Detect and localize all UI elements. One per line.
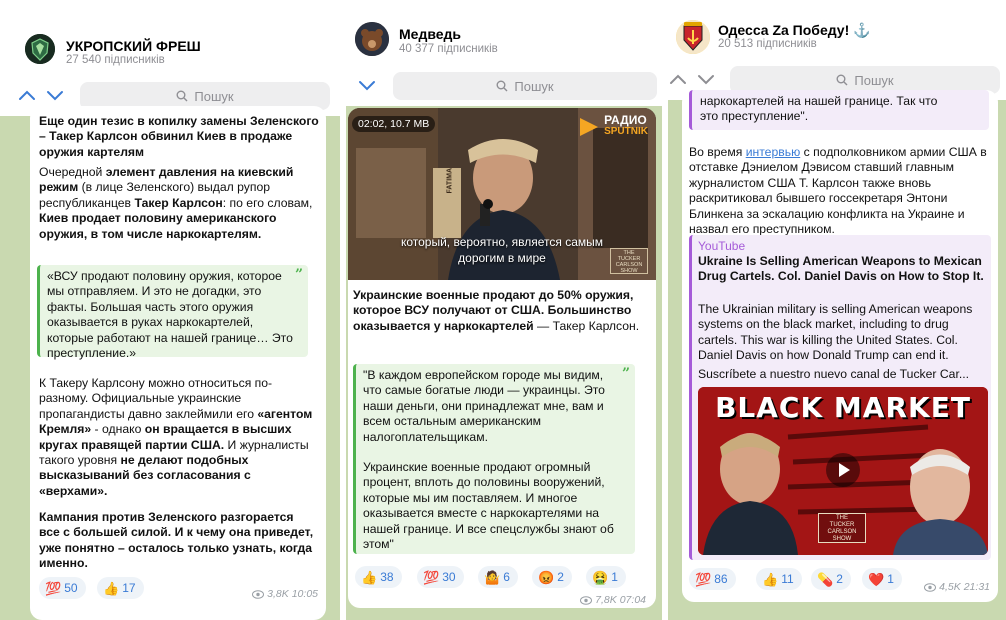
sputnik-logo-icon bbox=[580, 118, 599, 136]
reaction-chip[interactable]: 💯 50 bbox=[39, 577, 86, 599]
coat-of-arms-icon bbox=[676, 20, 710, 54]
chevron-up-icon[interactable] bbox=[668, 70, 688, 88]
channel-avatar[interactable] bbox=[355, 22, 389, 56]
chat-area: FATIMA 02:02, 10.7 MB РАДИО SPUTNIK кото… bbox=[346, 106, 662, 620]
quote-mark-icon: ” bbox=[294, 267, 303, 283]
quote-text-2: Украинские военные продают огромный проц… bbox=[363, 460, 614, 552]
link-preview[interactable]: YouTube Ukraine Is Selling American Weap… bbox=[689, 235, 991, 560]
reaction-chip[interactable]: 😡 2 bbox=[532, 566, 572, 588]
video-thumbnail[interactable]: FATIMA 02:02, 10.7 MB РАДИО SPUTNIK кото… bbox=[348, 108, 656, 280]
channel-header: Одесса Za Победу! ⚓ 20 513 підписників bbox=[668, 0, 1006, 70]
post-paragraph-1: Очередной элемент давления на киевский р… bbox=[39, 165, 313, 241]
search-placeholder: Пошук bbox=[194, 88, 234, 104]
view-count: 4,5K bbox=[939, 581, 961, 593]
subscriber-count: 40 377 підписників bbox=[399, 43, 498, 55]
channel-header: УКРОПСКИЙ ФРЕШ 27 540 підписників bbox=[0, 0, 340, 70]
search-placeholder: Пошук bbox=[514, 78, 554, 94]
subscriber-count: 20 513 підписників bbox=[718, 38, 817, 50]
post-time: 21:31 bbox=[963, 581, 990, 593]
post-headline: Еще один тезис в копилку замены Зеленско… bbox=[39, 114, 319, 159]
channel-title[interactable]: Медведь bbox=[399, 26, 461, 42]
chat-area: Еще один тезис в копилку замены Зеленско… bbox=[0, 106, 340, 620]
reaction-chip[interactable]: 👍 38 bbox=[355, 566, 402, 588]
blockquote: ” "В каждом европейском городе мы видим,… bbox=[353, 364, 635, 554]
view-count: 7,8K bbox=[595, 594, 617, 606]
preview-site: YouTube bbox=[698, 239, 746, 253]
blockquote: ” «ВСУ продают половину оружия, которое … bbox=[37, 265, 308, 360]
channel-avatar[interactable] bbox=[676, 20, 710, 54]
message-meta: 3,8K 10:05 bbox=[252, 588, 318, 600]
post-paragraph-2: К Такеру Карлсону можно относиться по-ра… bbox=[39, 376, 313, 498]
message-bubble[interactable]: Еще один тезис в копилку замены Зеленско… bbox=[30, 106, 326, 620]
channel-title[interactable]: УКРОПСКИЙ ФРЕШ bbox=[66, 38, 201, 54]
preview-description-2: Suscríbete a nuestro nuevo canal de Tuck… bbox=[698, 367, 969, 381]
message-meta: 4,5K 21:31 bbox=[924, 581, 990, 593]
video-duration-badge: 02:02, 10.7 MB bbox=[352, 116, 436, 132]
post-paragraph-3: Кампания против Зеленского разгорается в… bbox=[39, 510, 314, 571]
search-icon bbox=[496, 80, 508, 92]
reaction-chip[interactable]: 💯 30 bbox=[417, 566, 464, 588]
subscriber-count: 27 540 підписників bbox=[66, 54, 165, 66]
eye-icon bbox=[252, 589, 265, 599]
interview-link[interactable]: интервью bbox=[746, 145, 801, 159]
eye-icon bbox=[580, 595, 593, 605]
radio-sputnik-logo: РАДИО SPUTNIK bbox=[580, 114, 648, 137]
tucker-show-badge: THE TUCKER CARLSON SHOW bbox=[818, 513, 866, 543]
chevron-up-icon[interactable] bbox=[17, 86, 37, 104]
chat-area: наркокартелей на нашей границе. Так что … bbox=[668, 90, 1006, 620]
reaction-chip[interactable]: 🤮 1 bbox=[586, 566, 626, 588]
post-paragraph: Во время интервью с подполковником армии… bbox=[689, 145, 987, 237]
play-button[interactable] bbox=[826, 453, 860, 487]
reaction-chip[interactable]: ❤️ 1 bbox=[862, 568, 902, 590]
channel-panel-odessa: Одесса Za Победу! ⚓ 20 513 підписників П… bbox=[668, 0, 1006, 620]
channel-avatar[interactable] bbox=[25, 34, 55, 64]
chevron-down-icon[interactable] bbox=[357, 76, 377, 94]
quote-text-1: "В каждом европейском городе мы видим, ч… bbox=[363, 368, 605, 444]
search-bar-row: Пошук bbox=[346, 68, 662, 106]
shield-logo-icon bbox=[25, 34, 55, 64]
eye-icon bbox=[924, 582, 937, 592]
reaction-chip[interactable]: 💯 86 bbox=[689, 568, 736, 590]
view-count: 3,8K bbox=[267, 588, 289, 600]
search-input[interactable]: Пошук bbox=[393, 72, 657, 100]
chevron-down-icon[interactable] bbox=[696, 70, 716, 88]
message-bubble[interactable]: наркокартелей на нашей границе. Так что … bbox=[682, 90, 998, 602]
channel-title[interactable]: Одесса Za Победу! ⚓ bbox=[718, 22, 871, 39]
reaction-chip[interactable]: 💊 2 bbox=[811, 568, 851, 590]
quote-mark-icon: ” bbox=[621, 366, 630, 382]
search-icon bbox=[836, 74, 848, 86]
quote-text: «ВСУ продают половину оружия, которое мы… bbox=[47, 269, 293, 361]
chevron-down-icon[interactable] bbox=[45, 86, 65, 104]
top-quote: наркокартелей на нашей границе. Так что … bbox=[689, 90, 989, 130]
search-icon bbox=[176, 90, 188, 102]
bear-avatar-icon bbox=[355, 22, 389, 56]
channel-panel-medved: Медведь 40 377 підписників Пошук FATIMA … bbox=[346, 0, 662, 620]
play-icon bbox=[839, 463, 850, 477]
thumbnail-title: BLACK MARKET bbox=[715, 391, 971, 424]
reaction-chip[interactable]: 🤷 6 bbox=[478, 566, 518, 588]
channel-header: Медведь 40 377 підписників bbox=[346, 0, 662, 70]
post-time: 07:04 bbox=[619, 594, 646, 606]
youtube-thumbnail[interactable]: BLACK MARKET THE TUCKER CARLSON SHOW bbox=[698, 387, 988, 555]
book-title: FATIMA bbox=[446, 167, 454, 194]
post-time: 10:05 bbox=[291, 588, 318, 600]
preview-description: The Ukrainian military is selling Americ… bbox=[698, 302, 973, 363]
message-bubble[interactable]: FATIMA 02:02, 10.7 MB РАДИО SPUTNIK кото… bbox=[348, 108, 656, 608]
reaction-chip[interactable]: 👍 17 bbox=[97, 577, 144, 599]
preview-title: Ukraine Is Selling American Weapons to M… bbox=[698, 254, 984, 284]
message-meta: 7,8K 07:04 bbox=[580, 594, 646, 606]
reaction-chip[interactable]: 👍 11 bbox=[756, 568, 802, 590]
channel-panel-ukropskiy: УКРОПСКИЙ ФРЕШ 27 540 підписників Пошук … bbox=[0, 0, 340, 620]
post-headline: Украинские военные продают до 50% оружия… bbox=[353, 288, 640, 333]
tucker-show-badge: THE TUCKER CARLSON SHOW bbox=[610, 248, 648, 274]
search-placeholder: Пошук bbox=[854, 72, 894, 88]
